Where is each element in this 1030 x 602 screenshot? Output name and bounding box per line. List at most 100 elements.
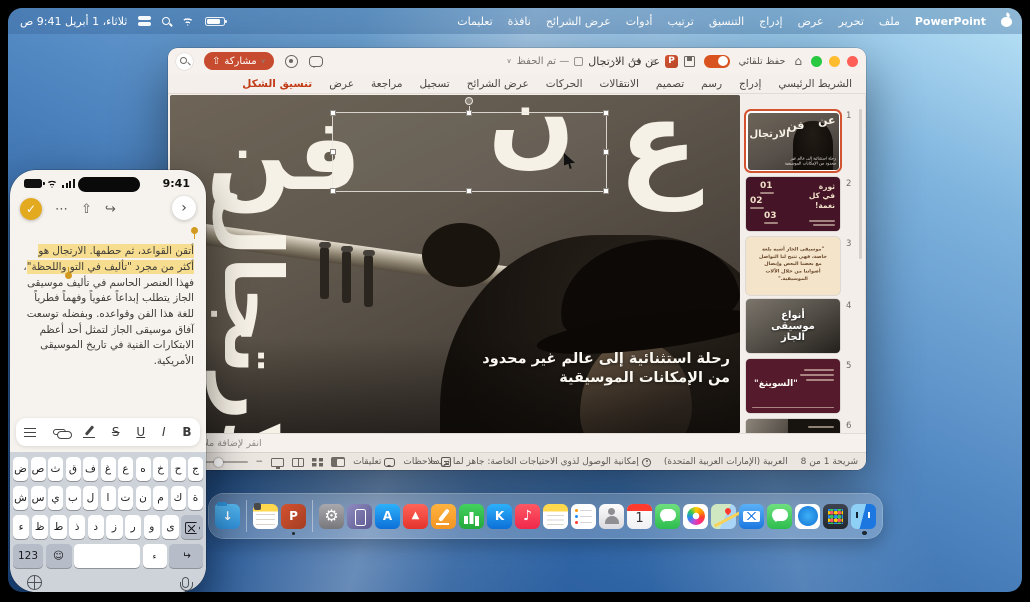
powerpoint-app[interactable]: P (281, 504, 306, 529)
minimize-window-button[interactable] (829, 56, 840, 67)
keyboard-key[interactable]: ر (125, 515, 141, 539)
photos-app[interactable] (683, 504, 708, 529)
resize-handle[interactable] (330, 110, 336, 116)
menu-item[interactable]: تعليمات (457, 15, 492, 28)
app-store-app[interactable]: A (375, 504, 400, 529)
battery-icon[interactable] (205, 17, 225, 26)
slide-canvas[interactable]: ع ن فن الارتجال رحلة استثنائية إلى عالم … (170, 95, 740, 433)
ribbon-tab[interactable]: رسم (701, 78, 722, 90)
thumbnail-slide-5[interactable]: "السوينغ" (746, 359, 840, 413)
notes-app[interactable] (543, 504, 568, 529)
thumbnail-slide-4[interactable]: أنواعموسيقىالجاز (746, 299, 840, 353)
contacts-app[interactable] (599, 504, 624, 529)
share-icon[interactable]: ⇧ (81, 202, 92, 217)
keynote-app[interactable]: K (487, 504, 512, 529)
apple-menu-icon[interactable] (1001, 15, 1012, 27)
keyboard-key[interactable]: ا (101, 486, 116, 510)
slide-caption[interactable]: رحلة استثنائية إلى عالم غير محدود من الإ… (440, 350, 730, 388)
menu-item[interactable]: تحرير (839, 15, 864, 28)
paragraph-rest[interactable]: ، فهذا العنصر الحاسم في تأليف موسيقى الج… (23, 261, 194, 367)
pages-app[interactable] (431, 504, 456, 529)
keyboard-key[interactable]: ف (83, 457, 98, 481)
italic-button[interactable]: I (162, 425, 166, 439)
minimized-notes-window[interactable] (253, 504, 278, 529)
notes-area[interactable]: انقر لإضافة ملاحظات (168, 433, 866, 452)
backspace-key[interactable] (181, 515, 203, 539)
emoji-key[interactable]: ☺ (46, 544, 72, 568)
keyboard-key[interactable]: ب (66, 486, 81, 510)
save-icon[interactable] (684, 56, 695, 67)
dictation-mic-key[interactable] (182, 577, 189, 588)
keyboard-key[interactable]: ج (188, 457, 203, 481)
selected-textbox[interactable] (332, 112, 607, 192)
link-icon[interactable] (53, 429, 66, 435)
home-icon[interactable]: ⌂ (794, 55, 802, 67)
reading-view-icon[interactable] (292, 458, 304, 467)
reminders-app[interactable] (571, 504, 596, 529)
keyboard-key[interactable]: س (31, 486, 46, 510)
thumbnail-slide-3[interactable]: "موسيقى الجاز أشبه بلغة خاصة، فهي تتيح ل… (746, 237, 840, 295)
selection-handle-start[interactable] (191, 227, 198, 234)
normal-view-icon-selected[interactable] (331, 457, 345, 467)
underline-button[interactable]: U (136, 425, 145, 439)
keyboard-key[interactable]: ظ (32, 515, 48, 539)
keyboard-key[interactable]: ض (13, 457, 28, 481)
accessibility-status[interactable]: إمكانية الوصول لذوي الاحتياجات الخاصة: ج… (431, 457, 651, 467)
document-title[interactable]: عن فن الارتجال (588, 55, 660, 68)
keyboard-key[interactable]: ع (118, 457, 133, 481)
note-paragraph[interactable]: أتقن القواعد، ثم حطمها. الارتجال هو أكثر… (20, 244, 194, 369)
phone-app[interactable] (655, 504, 680, 529)
menu-app-name[interactable]: PowerPoint (915, 15, 986, 28)
keyboard-key[interactable]: ي (48, 486, 63, 510)
keyboard-key[interactable]: ن (136, 486, 151, 510)
maps-app[interactable] (711, 504, 736, 529)
keyboard-key[interactable]: ص (31, 457, 46, 481)
return-key[interactable]: ↵ (169, 544, 203, 568)
ribbon-tab[interactable]: تنسيق الشكل (242, 78, 312, 90)
keyboard-key[interactable]: ح (171, 457, 186, 481)
menu-item[interactable]: إدراج (759, 15, 782, 28)
done-check-button[interactable]: ✓ (20, 198, 42, 220)
keyboard-key[interactable]: ء (13, 515, 29, 539)
selection-handle-end[interactable] (65, 272, 72, 279)
ribbon-tab[interactable]: مراجعة (371, 78, 403, 90)
menu-item[interactable]: أدوات (626, 15, 653, 28)
title-chevron-icon[interactable]: ∨ (507, 57, 512, 65)
keyboard-key[interactable]: ش (13, 486, 28, 510)
comments-toggle[interactable]: تعليقات (353, 457, 395, 467)
keyboard-key[interactable]: ك (171, 486, 186, 510)
keyboard-key[interactable]: و (144, 515, 160, 539)
messages-app[interactable] (767, 504, 792, 529)
keyboard-key[interactable]: ذ (69, 515, 85, 539)
strikethrough-button[interactable]: S (112, 425, 120, 439)
thumbnail-slide-2[interactable]: ثورةفي كلنغمة! 01 02 03 (746, 177, 840, 231)
zoom-out-button[interactable]: − (256, 457, 264, 467)
keyboard-key[interactable]: ة (188, 486, 203, 510)
numbers-key[interactable]: 123 (13, 544, 43, 568)
autosave-toggle[interactable] (704, 55, 730, 68)
menu-item[interactable]: عرض (798, 15, 824, 28)
keyboard-key[interactable]: ز (106, 515, 122, 539)
keyboard-key[interactable]: خ (153, 457, 168, 481)
music-app[interactable]: ♪ (515, 504, 540, 529)
zoom-slider-thumb[interactable] (214, 458, 223, 467)
keyboard-key[interactable]: ل (83, 486, 98, 510)
ribbon-tab[interactable]: عرض (329, 78, 354, 90)
menu-item[interactable]: ترتيب (667, 15, 693, 28)
thumbnail-scrollbar[interactable] (859, 109, 862, 259)
calendar-app[interactable]: 1 (627, 504, 652, 529)
ribbon-tab[interactable]: الشريط الرئيسي (778, 78, 852, 90)
keyboard-key[interactable]: د (88, 515, 104, 539)
dock-divider[interactable] (246, 500, 247, 532)
mail-app[interactable] (739, 504, 764, 529)
keyboard-key[interactable]: ط (50, 515, 66, 539)
ribbon-tab[interactable]: تصميم (656, 78, 684, 90)
share-button[interactable]: ∨ مشاركة ⇧ (204, 52, 274, 70)
menu-item[interactable]: نافذة (508, 15, 531, 28)
resize-handle[interactable] (330, 188, 336, 194)
slide-title-letter[interactable]: ع (618, 95, 699, 201)
hamza-key[interactable]: ء (143, 544, 167, 568)
slideshow-view-icon[interactable] (271, 458, 284, 467)
notes-toggle[interactable]: ملاحظات (403, 457, 450, 467)
numbers-app[interactable] (459, 504, 484, 529)
